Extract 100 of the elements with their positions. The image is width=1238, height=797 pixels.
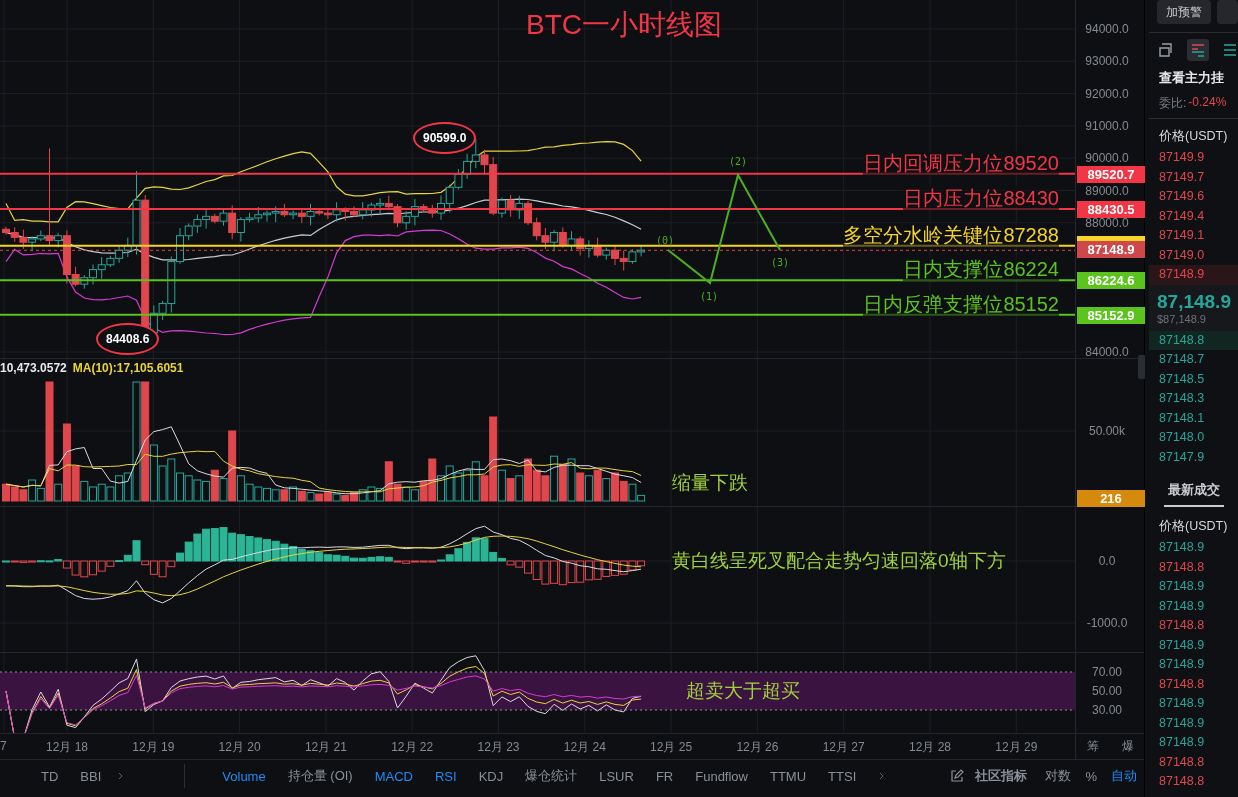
ask-price: 87149.9 <box>1158 149 1206 166</box>
date-label: 12月 28 <box>909 739 951 756</box>
indicator-tab[interactable]: LSUR <box>588 768 645 784</box>
price-tag: 86224.6 <box>1077 272 1145 290</box>
current-price-tag: 87148.9 <box>1077 241 1145 259</box>
axis-label: 89000.0 <box>1084 184 1130 197</box>
volume-ma-value: MA(10):17,105.6051 <box>72 361 184 375</box>
date-label: 12月 24 <box>563 739 606 756</box>
bid-price: 87148.7 <box>1158 351 1206 368</box>
trade-price: 87148.9 <box>1158 578 1206 595</box>
axis-label: 91000.0 <box>1084 119 1130 132</box>
date-label: 12月 29 <box>995 739 1038 756</box>
axis-label: 0.0 <box>1097 555 1117 567</box>
level-annotation: 多空分水岭关键位87288 <box>843 222 1059 247</box>
scale-option[interactable]: 自动 <box>1104 767 1144 785</box>
indicator-tab[interactable]: BBI <box>69 768 113 784</box>
wave-label: (1) <box>699 291 719 302</box>
scale-option[interactable]: % <box>1078 768 1104 784</box>
community-indicators-link[interactable]: 社区指标 <box>964 767 1039 785</box>
price-callout: 84408.6 <box>96 323 160 355</box>
latest-trades-tab[interactable]: 最新成交 <box>1163 467 1224 507</box>
main-orders-link[interactable]: 查看主力挂 <box>1149 63 1238 87</box>
ask-price: 87149.1 <box>1158 227 1206 244</box>
axis-label: 84000.0 <box>1084 346 1130 358</box>
axis-label: 92000.0 <box>1084 87 1130 100</box>
indicator-tab[interactable]: 持仓量 (OI) <box>276 767 364 785</box>
last-price: 87,148.9 <box>1157 290 1232 313</box>
trade-price: 87148.9 <box>1158 714 1206 732</box>
trade-price: 87148.9 <box>1158 656 1206 673</box>
bid-price: 87148.5 <box>1158 370 1206 388</box>
indicator-tab[interactable]: TTSI <box>817 768 868 784</box>
indicator-tab[interactable]: TTMU <box>759 768 818 784</box>
volume-annotation: 缩量下跌 <box>672 471 748 495</box>
level-annotation: 日内支撑位86224 <box>903 257 1059 282</box>
date-label: 12月 26 <box>736 739 779 756</box>
trade-price: 87148.9 <box>1158 597 1206 615</box>
indicator-tab[interactable]: MACD <box>363 768 424 784</box>
price-column-header: 价格(USDT) <box>1158 128 1229 145</box>
add-alert-button[interactable]: 加预警 <box>1157 0 1211 24</box>
trade-price: 87148.8 <box>1158 753 1206 771</box>
wave-label: (2) <box>728 156 748 167</box>
ask-price: 87149.7 <box>1158 168 1206 186</box>
axis-tool-label[interactable]: 爆 <box>1121 738 1134 755</box>
price-callout: 90599.0 <box>413 122 477 154</box>
ratio-label: 委比: <box>1159 95 1187 112</box>
date-label: 12月 25 <box>650 739 693 756</box>
trade-price: 87148.9 <box>1158 695 1206 712</box>
date-label: 12月 18 <box>46 739 88 756</box>
axis-label: 93000.0 <box>1084 55 1130 68</box>
scale-option[interactable]: 对数 <box>1038 767 1079 785</box>
trade-price: 87148.8 <box>1158 773 1206 790</box>
ask-price: 87148.9 <box>1149 265 1238 285</box>
indicator-tab[interactable]: 爆仓统计 <box>514 767 589 785</box>
axis-label: -1000.0 <box>1085 617 1129 629</box>
date-label: 12月 21 <box>304 739 347 756</box>
chart-title: BTC一小时线图 <box>526 8 722 42</box>
indicator-tab[interactable]: RSI <box>423 768 468 784</box>
level-annotation: 日内压力位88430 <box>903 185 1059 210</box>
indicator-tab[interactable]: Fundflow <box>684 768 759 784</box>
bid-price: 87148.1 <box>1158 409 1206 427</box>
date-label: 12月 23 <box>477 739 520 756</box>
bid-price: 87147.9 <box>1158 448 1206 466</box>
bid-price: 87148.0 <box>1158 429 1206 446</box>
axis-label: 94000.0 <box>1084 23 1130 35</box>
ask-price: 87149.0 <box>1158 246 1206 264</box>
indicator-tab[interactable]: TD <box>30 768 70 784</box>
level-annotation: 日内反弹支撑位85152 <box>863 291 1059 316</box>
volume-tag: 216 <box>1077 490 1145 507</box>
indicator-tab[interactable]: FR <box>644 768 685 784</box>
axis-label: 30.00 <box>1091 704 1123 716</box>
date-label: 12月 19 <box>132 739 175 756</box>
level-annotation: 日内回调压力位89520 <box>863 150 1059 175</box>
trade-price: 87148.9 <box>1158 636 1206 654</box>
price-tag: 89520.7 <box>1077 165 1145 183</box>
trade-price: 87148.8 <box>1158 675 1206 693</box>
wave-label: (0) <box>655 235 675 246</box>
axis-label: 50.00k <box>1088 425 1126 437</box>
ratio-value: -0.24% <box>1188 95 1227 111</box>
rsi-annotation: 超卖大于超买 <box>686 679 800 703</box>
date-label: 12月 27 <box>822 739 865 756</box>
last-price-usd: $87,148.9 <box>1157 312 1207 325</box>
date-label: 12月 20 <box>218 739 261 756</box>
ask-price: 87149.6 <box>1158 188 1206 205</box>
price-tag: 88430.5 <box>1077 200 1145 218</box>
axis-tool-label[interactable]: 筹 <box>1087 738 1100 755</box>
date-label: 12月 22 <box>391 739 434 756</box>
bid-price: 87148.3 <box>1158 390 1206 407</box>
price-tag: 85152.9 <box>1077 306 1145 324</box>
trade-price: 87148.8 <box>1158 558 1206 576</box>
macd-annotation: 黄白线呈死叉配合走势匀速回落0轴下方 <box>672 549 1006 573</box>
indicator-tab[interactable]: KDJ <box>467 768 515 784</box>
ask-price: 87149.4 <box>1158 207 1206 225</box>
trade-price: 87148.9 <box>1158 734 1206 751</box>
wave-label: (3) <box>770 257 790 268</box>
axis-label: 50.00 <box>1091 685 1123 697</box>
axis-label: 70.00 <box>1091 666 1123 678</box>
indicator-tab[interactable]: Volume <box>211 768 277 784</box>
axis-label: 88000.0 <box>1084 216 1130 229</box>
date-label: 7 <box>0 739 7 753</box>
volume-value: 10,473.0572 <box>0 361 67 375</box>
